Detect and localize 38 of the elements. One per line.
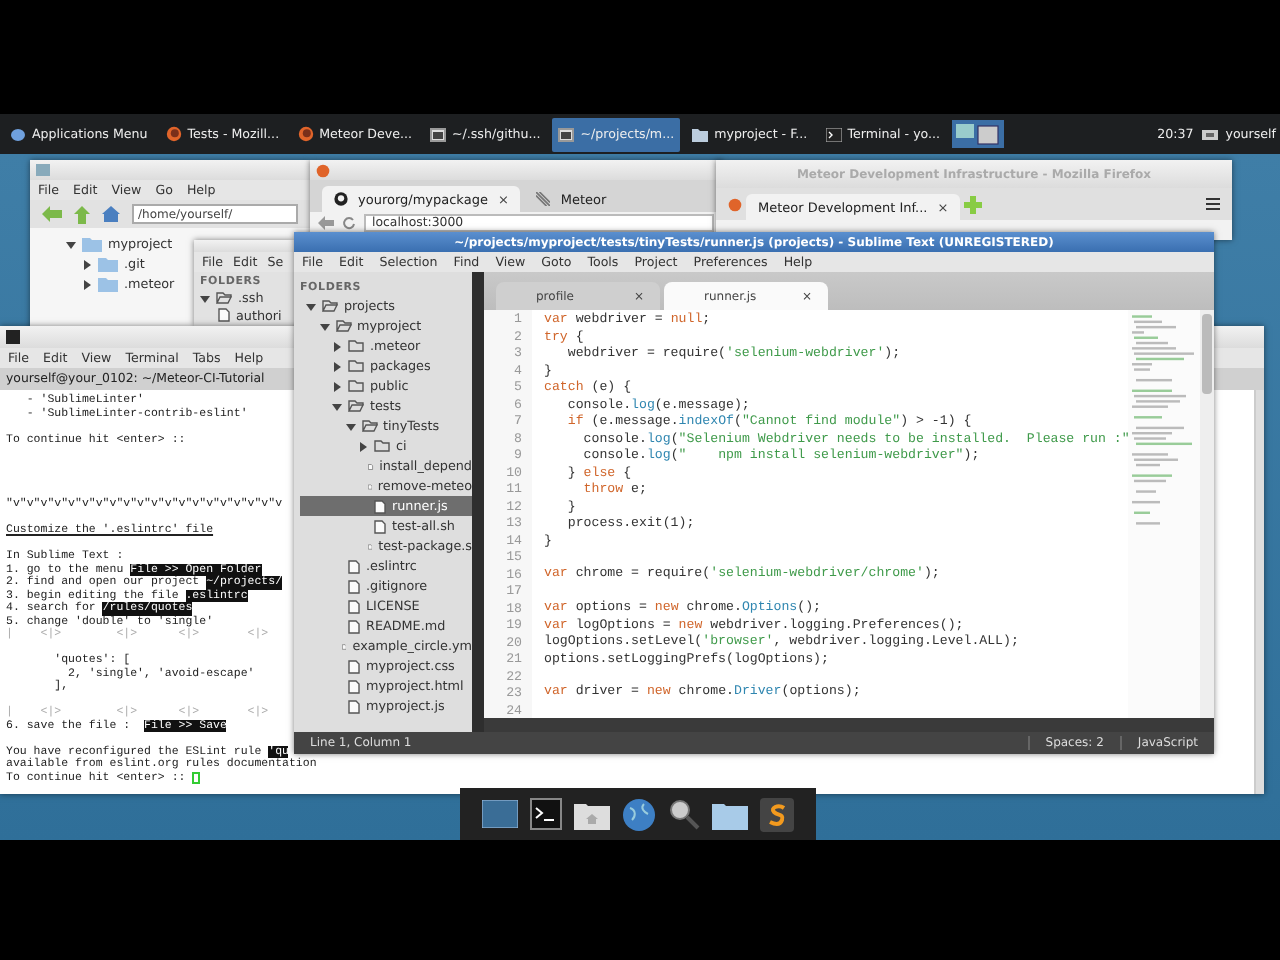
terminal-icon [825,127,842,141]
desktop-icon[interactable] [482,800,518,828]
open-folder-icon [335,320,351,332]
up-arrow-icon[interactable] [74,205,90,223]
folder-icon [692,127,709,141]
scrollbar[interactable] [1254,390,1264,794]
scrollbar[interactable] [1200,310,1214,718]
menu-icon[interactable] [1206,198,1220,210]
browser-icon [728,197,742,211]
open-folder-icon [216,292,232,305]
file-icon [218,308,230,323]
back-arrow-icon[interactable] [42,206,62,222]
browser-icon [165,126,182,142]
globe-icon[interactable] [622,797,656,831]
terminal-icon[interactable] [530,798,562,830]
home-folder-icon[interactable] [574,799,610,829]
search-icon[interactable] [668,798,700,830]
scrollbar[interactable] [484,718,1214,732]
open-folder-icon [322,300,338,312]
open-folder-icon [361,420,377,432]
folder-icon[interactable] [712,799,748,829]
sublime-logo-icon[interactable] [760,797,794,831]
home-icon[interactable] [102,206,120,222]
scrollbar[interactable] [472,272,484,732]
window-icon [558,127,575,141]
user-icon [1199,127,1220,141]
reload-icon[interactable] [342,216,356,230]
back-arrow-icon[interactable] [318,216,334,230]
terminal-icon [6,330,20,344]
window-icon [430,127,446,141]
title-bar [194,240,294,252]
disclosure-triangle-icon [200,293,210,304]
folder-icon [374,440,390,452]
window-icon [36,164,50,176]
workspace-switcher-icon[interactable] [952,120,1005,148]
browser-icon [316,163,330,177]
open-folder-icon [348,400,364,412]
browser-icon [297,126,314,142]
